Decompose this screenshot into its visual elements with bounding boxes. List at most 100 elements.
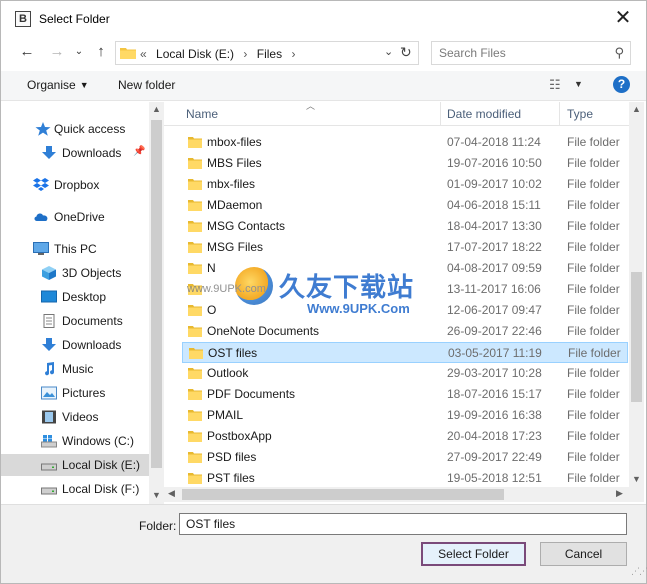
pin-icon[interactable]: 📌 xyxy=(133,146,145,157)
file-row[interactable]: N 04-08-2017 09:59 File folder xyxy=(182,258,628,279)
scrollbar-thumb[interactable] xyxy=(631,272,642,402)
scroll-up-arrow-icon[interactable]: ▲ xyxy=(632,104,641,114)
column-date-modified[interactable]: Date modified xyxy=(447,107,521,121)
sidebar-item-music[interactable]: Music xyxy=(1,358,149,380)
cancel-button[interactable]: Cancel xyxy=(540,542,627,566)
file-name: mbx-files xyxy=(207,177,256,191)
file-row[interactable]: mbx-files 01-09-2017 10:02 File folder xyxy=(182,174,628,195)
sidebar-item-quick-access[interactable]: Quick access xyxy=(1,118,149,140)
view-options-caret-icon[interactable]: ▼ xyxy=(574,79,583,89)
sidebar-item-videos[interactable]: Videos xyxy=(1,406,149,428)
scroll-down-arrow-icon[interactable]: ▼ xyxy=(152,490,161,500)
column-divider[interactable] xyxy=(440,102,441,126)
breadcrumb-files[interactable]: Files xyxy=(257,47,282,61)
sidebar-item-downloads[interactable]: Downloads xyxy=(1,334,149,356)
scroll-left-arrow-icon[interactable]: ◀ xyxy=(168,488,175,499)
file-row[interactable]: PSD files 27-09-2017 22:49 File folder xyxy=(182,447,628,468)
search-icon[interactable]: ⚲ xyxy=(614,45,624,61)
file-name: PMAIL xyxy=(207,408,244,422)
file-row[interactable]: 13-11-2017 16:06 File folder xyxy=(182,279,628,300)
sidebar-item-dropbox[interactable]: Dropbox xyxy=(1,174,149,196)
sidebar-item-label: Desktop xyxy=(62,290,107,304)
scrollbar-thumb[interactable] xyxy=(151,120,162,468)
select-folder-button[interactable]: Select Folder xyxy=(421,542,526,566)
refresh-icon[interactable]: ↻ xyxy=(400,44,412,61)
scrollbar-thumb[interactable] xyxy=(182,489,504,500)
file-row[interactable]: PST files 19-05-2018 12:51 File folder xyxy=(182,468,628,488)
file-type: File folder xyxy=(567,177,620,191)
column-header: ︿ Name Date modified Type xyxy=(164,101,629,126)
file-row[interactable]: Outlook 29-03-2017 10:28 File folder xyxy=(182,363,628,384)
file-list-horizontal-scrollbar[interactable]: ◀ ▶ xyxy=(164,487,629,502)
sidebar-item-this-pc[interactable]: This PC xyxy=(1,238,149,260)
forward-arrow-icon[interactable]: → xyxy=(45,41,69,63)
sidebar-item-3d-objects[interactable]: 3D Objects xyxy=(1,262,149,284)
recent-locations-chevron-icon[interactable]: ⌄ xyxy=(67,41,91,63)
sidebar-item-downloads-quick[interactable]: Downloads 📌 xyxy=(1,142,149,164)
film-icon xyxy=(42,410,56,424)
command-toolbar: Organise ▼ New folder ☷ ▼ ? xyxy=(1,71,646,101)
file-type: File folder xyxy=(567,219,620,233)
sidebar-item-local-disk-f[interactable]: Local Disk (F:) xyxy=(1,478,149,500)
file-date-modified: 26-09-2017 22:46 xyxy=(447,324,542,338)
scroll-up-arrow-icon[interactable]: ▲ xyxy=(152,104,161,114)
music-icon xyxy=(45,362,55,376)
file-name: PDF Documents xyxy=(207,387,296,401)
column-divider[interactable] xyxy=(559,102,560,126)
sidebar-item-local-disk-e[interactable]: Local Disk (E:) xyxy=(1,454,149,476)
file-row[interactable]: MDaemon 04-06-2018 15:11 File folder xyxy=(182,195,628,216)
file-row[interactable]: PMAIL 19-09-2016 16:38 File folder xyxy=(182,405,628,426)
column-type[interactable]: Type xyxy=(567,107,593,121)
folder-icon xyxy=(188,158,202,169)
dropbox-icon xyxy=(33,178,49,191)
file-row[interactable]: MSG Contacts 18-04-2017 13:30 File folder xyxy=(182,216,628,237)
help-icon[interactable]: ? xyxy=(613,76,630,93)
file-type: File folder xyxy=(567,198,620,212)
file-row[interactable]: MSG Files 17-07-2017 18:22 File folder xyxy=(182,237,628,258)
view-details-icon[interactable]: ☷ xyxy=(549,77,561,93)
sidebar-item-windows-c[interactable]: Windows (C:) xyxy=(1,430,149,452)
sidebar-item-label: Quick access xyxy=(54,122,126,136)
column-name[interactable]: Name xyxy=(186,107,218,121)
folder-name-input[interactable] xyxy=(179,513,627,535)
sidebar-item-documents[interactable]: Documents xyxy=(1,310,149,332)
file-name: OneNote Documents xyxy=(207,324,320,338)
breadcrumb-local-disk-e[interactable]: Local Disk (E:) xyxy=(156,47,234,61)
search-input[interactable] xyxy=(432,42,608,64)
file-date-modified: 04-06-2018 15:11 xyxy=(447,198,541,212)
file-date-modified: 19-05-2018 12:51 xyxy=(447,471,542,485)
file-row[interactable]: mbox-files 07-04-2018 11:24 File folder xyxy=(182,132,628,153)
sidebar-item-pictures[interactable]: Pictures xyxy=(1,382,149,404)
navigation-pane-scrollbar[interactable]: ▲ ▼ xyxy=(149,102,164,504)
file-name: OST files xyxy=(208,346,258,360)
close-icon[interactable]: ✕ xyxy=(600,1,646,37)
file-row[interactable]: OST files 03-05-2017 11:19 File folder xyxy=(182,342,628,363)
file-row[interactable]: OneNote Documents 26-09-2017 22:46 File fo… xyxy=(182,321,628,342)
windows-drive-icon xyxy=(41,435,57,448)
scroll-right-arrow-icon[interactable]: ▶ xyxy=(616,488,623,499)
up-arrow-icon[interactable]: ↑ xyxy=(89,41,113,63)
file-row[interactable]: MBS Files 19-07-2016 10:50 File folder xyxy=(182,153,628,174)
resize-grip-icon[interactable]: ⋰⋰ xyxy=(631,566,647,577)
file-type: File folder xyxy=(567,387,620,401)
back-arrow-icon[interactable]: ← xyxy=(15,41,39,63)
file-list-vertical-scrollbar[interactable]: ▲ ▼ xyxy=(629,102,644,488)
scrollbar-corner xyxy=(629,487,644,502)
organise-menu-button[interactable]: Organise ▼ xyxy=(27,78,89,92)
file-type: File folder xyxy=(567,303,620,317)
sidebar-item-desktop[interactable]: Desktop xyxy=(1,286,149,308)
file-row[interactable]: PostboxApp 20-04-2018 17:23 File folder xyxy=(182,426,628,447)
address-history-chevron-icon[interactable]: ⌄ xyxy=(384,45,393,58)
sidebar-item-label: Music xyxy=(62,362,94,376)
file-row[interactable]: PDF Documents 18-07-2016 15:17 File folder xyxy=(182,384,628,405)
new-folder-button[interactable]: New folder xyxy=(118,78,175,92)
address-bar[interactable]: « Local Disk (E:) › Files › ⌄ ↻ xyxy=(115,41,419,65)
sidebar-item-onedrive[interactable]: OneDrive xyxy=(1,206,149,228)
file-row[interactable]: O 12-06-2017 09:47 File folder xyxy=(182,300,628,321)
address-overflow[interactable]: « xyxy=(140,47,147,61)
sort-ascending-icon: ︿ xyxy=(306,101,316,111)
scroll-down-arrow-icon[interactable]: ▼ xyxy=(632,474,641,484)
sidebar-item-label: 3D Objects xyxy=(62,266,122,280)
organise-label: Organise xyxy=(27,78,76,92)
desktop-icon xyxy=(41,290,57,303)
